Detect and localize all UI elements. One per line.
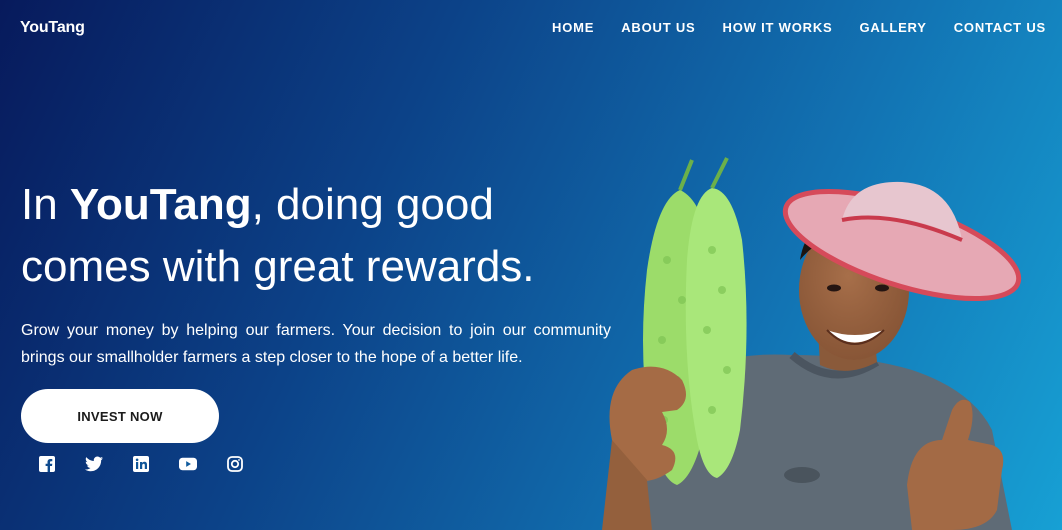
twitter-icon[interactable] bbox=[85, 455, 103, 473]
nav-about-us[interactable]: ABOUT US bbox=[621, 20, 695, 35]
nav-home[interactable]: HOME bbox=[552, 20, 594, 35]
farmer-holding-bitter-gourd-image bbox=[602, 157, 1022, 530]
logo[interactable]: YouTang bbox=[20, 19, 85, 37]
top-nav: YouTang HOME ABOUT US HOW IT WORKS GALLE… bbox=[0, 0, 1062, 56]
hero-title-brand: YouTang bbox=[69, 180, 252, 229]
nav-contact-us[interactable]: CONTACT US bbox=[954, 20, 1046, 35]
hero-title: In YouTang, doing good comes with great … bbox=[21, 174, 621, 298]
main-menu: HOME ABOUT US HOW IT WORKS GALLERY CONTA… bbox=[552, 20, 1046, 35]
youtube-icon[interactable] bbox=[179, 455, 197, 473]
instagram-icon[interactable] bbox=[226, 455, 244, 473]
hero-description: Grow your money by helping our farmers. … bbox=[21, 322, 611, 366]
facebook-icon[interactable] bbox=[38, 455, 56, 473]
nav-how-it-works[interactable]: HOW IT WORKS bbox=[723, 20, 833, 35]
linkedin-icon[interactable] bbox=[132, 455, 150, 473]
social-links bbox=[38, 455, 244, 473]
nav-gallery[interactable]: GALLERY bbox=[860, 20, 927, 35]
hero-title-pre: In bbox=[21, 180, 70, 229]
invest-now-button[interactable]: INVEST NOW bbox=[21, 389, 219, 443]
